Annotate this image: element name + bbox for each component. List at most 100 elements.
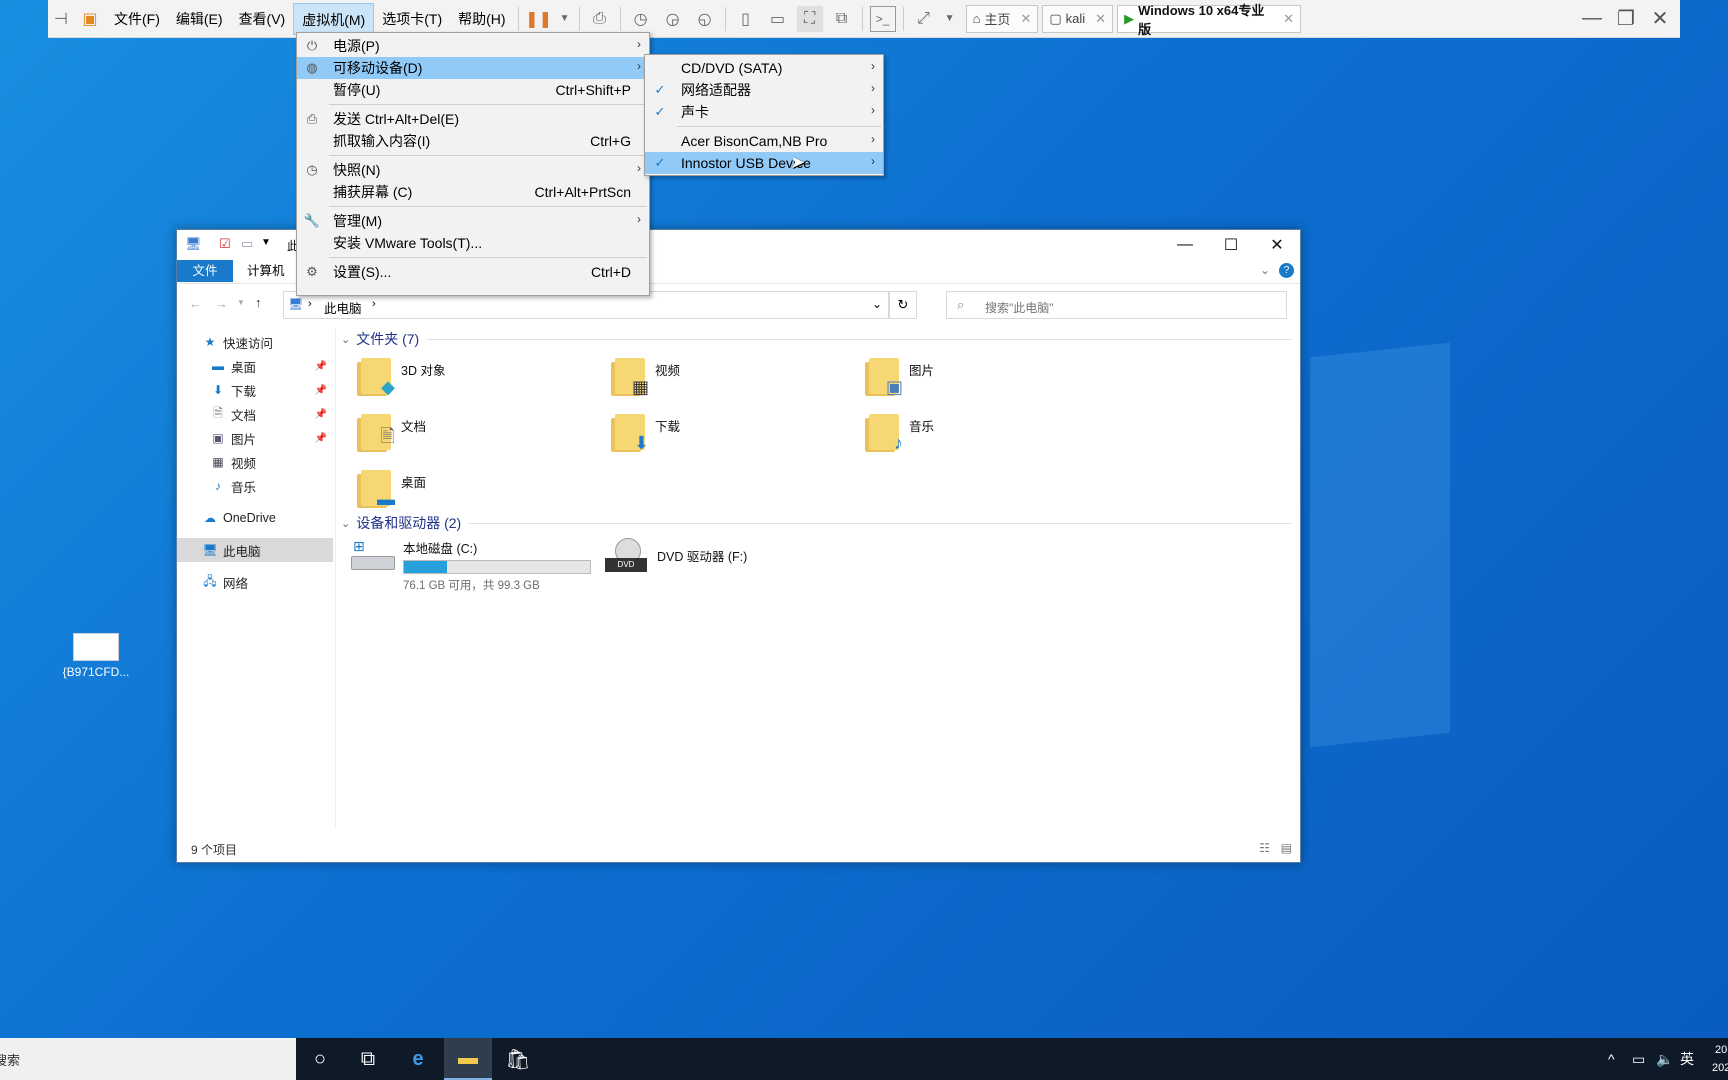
ribbon-tab-computer[interactable]: 计算机 — [239, 260, 293, 282]
thumbnail-bar-icon[interactable]: ▭ — [765, 6, 791, 32]
menu-help[interactable]: 帮助(H) — [450, 3, 513, 35]
drives-group-header[interactable]: ⌄ 设备和驱动器 (2) — [341, 512, 1291, 534]
menu-view[interactable]: 查看(V) — [231, 3, 294, 35]
folders-group-header[interactable]: ⌄ 文件夹 (7) — [341, 328, 1291, 350]
close-icon[interactable]: ✕ — [1254, 230, 1300, 260]
fullscreen-icon[interactable]: ⛶ — [796, 5, 823, 32]
properties-icon[interactable]: ☑ — [219, 236, 231, 252]
refresh-button[interactable]: ↻ — [889, 291, 917, 319]
large-icons-view-icon[interactable]: ▤ — [1281, 841, 1292, 855]
address-dropdown-icon[interactable]: ⌄ — [872, 297, 882, 311]
drive-dvd[interactable]: DVD DVD 驱动器 (F:) — [605, 538, 855, 592]
stretch-icon[interactable]: ⤢ — [911, 6, 937, 32]
device-network-adapter[interactable]: ✓ 网络适配器 › — [645, 79, 883, 101]
device-acer-bisoncam[interactable]: Acer BisonCam,NB Pro › — [645, 130, 883, 152]
minimize-icon[interactable]: — — [1162, 230, 1208, 260]
nav-videos[interactable]: ▦ 视频 — [177, 450, 333, 474]
sidebar-toggle-icon[interactable]: ▯ — [733, 6, 759, 32]
menu-item-settings[interactable]: ⚙ 设置(S)... Ctrl+D — [297, 261, 649, 283]
menu-item-pause[interactable]: 暂停(U) Ctrl+Shift+P — [297, 79, 649, 101]
edge-browser-icon[interactable]: e — [394, 1038, 442, 1080]
pause-icon[interactable]: ❚❚ — [525, 6, 552, 32]
console-icon[interactable]: >_ — [869, 5, 896, 32]
nav-network[interactable]: 🖧 网络 — [177, 570, 333, 594]
nav-onedrive[interactable]: ☁ OneDrive — [177, 506, 333, 530]
task-view-icon[interactable]: ⧉ — [344, 1038, 392, 1080]
revert-snapshot-icon[interactable]: ◶ — [660, 6, 686, 32]
close-icon[interactable]: ✕ — [1020, 11, 1031, 27]
back-arrow-icon[interactable]: ← — [189, 296, 202, 311]
folder-downloads[interactable]: ⬇ 下载 — [611, 414, 851, 468]
menu-item-power[interactable]: ⏻ 电源(P) › — [297, 35, 649, 57]
close-icon[interactable]: ✕ — [1283, 11, 1294, 27]
pin-icon[interactable]: ⊣ — [51, 6, 71, 32]
send-ctrl-alt-del-icon[interactable]: ⎙ — [587, 6, 613, 32]
file-explorer-taskbar-icon[interactable]: ▬ — [444, 1038, 492, 1080]
tab-kali[interactable]: ▢ kali ✕ — [1042, 4, 1114, 33]
folder-music[interactable]: ♪ 音乐 — [865, 414, 1105, 468]
nav-downloads[interactable]: ⬇ 下载 📌 — [177, 378, 333, 402]
unity-icon[interactable]: ⧉ — [829, 6, 855, 32]
menu-item-grab-input[interactable]: 抓取输入内容(I) Ctrl+G — [297, 130, 649, 152]
input-method-indicator[interactable]: 英 — [1680, 1038, 1694, 1080]
help-icon[interactable]: ? — [1279, 263, 1294, 278]
menu-item-install-vmware-tools[interactable]: 安装 VMware Tools(T)... — [297, 232, 649, 254]
pin-icon[interactable]: 📌 — [315, 361, 327, 372]
taskbar-search-box[interactable]: 搜索 — [0, 1038, 296, 1080]
desktop-file-icon[interactable]: {B971CFD... — [60, 630, 132, 679]
dropdown-chevron-icon[interactable]: ▼ — [943, 6, 957, 32]
minimize-icon[interactable]: — — [1578, 4, 1606, 32]
expand-ribbon-icon[interactable]: ⌄ — [1260, 263, 1270, 277]
forward-arrow-icon[interactable]: → — [215, 296, 228, 311]
menu-item-send-ctrl-alt-del[interactable]: ⎙ 发送 Ctrl+Alt+Del(E) — [297, 108, 649, 130]
menu-item-manage[interactable]: 🔧 管理(M) › — [297, 210, 649, 232]
ribbon-tab-file[interactable]: 文件 — [177, 260, 233, 282]
pin-icon[interactable]: 📌 — [315, 409, 327, 420]
snapshot-manager-icon[interactable]: ◵ — [692, 6, 718, 32]
menu-vm[interactable]: 虚拟机(M) — [293, 2, 375, 35]
device-cd-dvd[interactable]: CD/DVD (SATA) › — [645, 57, 883, 79]
pin-icon[interactable]: 📌 — [315, 385, 327, 396]
show-hidden-icons[interactable]: ^ — [1608, 1038, 1615, 1080]
tab-home[interactable]: ⌂ 主页 ✕ — [965, 4, 1039, 33]
device-sound-card[interactable]: ✓ 声卡 › — [645, 101, 883, 123]
device-innostor-usb[interactable]: ✓ Innostor USB Device › — [645, 152, 883, 174]
close-icon[interactable]: ✕ — [1646, 4, 1674, 32]
close-icon[interactable]: ✕ — [1095, 11, 1106, 27]
tab-windows10[interactable]: ▶ Windows 10 x64专业版 ✕ — [1117, 3, 1302, 37]
nav-desktop[interactable]: ▬ 桌面 📌 — [177, 354, 333, 378]
pin-icon[interactable]: 📌 — [315, 433, 327, 444]
restore-icon[interactable]: ❐ — [1612, 4, 1640, 32]
up-arrow-icon[interactable]: ↑ — [255, 295, 262, 310]
folder-pictures[interactable]: ▣ 图片 — [865, 358, 1105, 412]
store-icon[interactable]: 🛍 — [494, 1038, 542, 1080]
pane-splitter[interactable] — [335, 328, 336, 828]
nav-this-pc[interactable]: 🖥 此电脑 — [177, 538, 333, 562]
breadcrumb[interactable]: 此电脑 — [324, 298, 362, 317]
menu-file[interactable]: 文件(F) — [106, 3, 168, 35]
network-status-icon[interactable]: ▭ — [1632, 1038, 1645, 1080]
cortana-icon[interactable]: ○ — [296, 1038, 344, 1080]
folder-videos[interactable]: ▦ 视频 — [611, 358, 851, 412]
dropdown-chevron-icon[interactable]: ▼ — [558, 6, 572, 32]
clock[interactable]: 20 202 — [1712, 1038, 1728, 1080]
vmware-logo-icon[interactable]: ▣ — [77, 6, 103, 32]
menu-edit[interactable]: 编辑(E) — [168, 3, 231, 35]
details-view-icon[interactable]: ☷ — [1259, 841, 1270, 855]
search-input[interactable]: ⌕ 搜索"此电脑" — [946, 291, 1287, 319]
nav-quick-access[interactable]: ★ 快速访问 — [177, 330, 333, 354]
drive-c[interactable]: ⊞ 本地磁盘 (C:) 76.1 GB 可用，共 99.3 GB — [351, 538, 601, 592]
volume-icon[interactable]: 🔈 — [1656, 1038, 1673, 1080]
new-folder-icon[interactable]: ▭ — [241, 236, 253, 252]
nav-pictures[interactable]: ▣ 图片 📌 — [177, 426, 333, 450]
recent-dropdown-icon[interactable]: ▼ — [237, 298, 245, 307]
quick-access-dropdown-icon[interactable]: ▼ — [261, 237, 271, 248]
breadcrumb-chevron-icon[interactable]: › — [372, 298, 376, 310]
menu-item-capture-screen[interactable]: 捕获屏幕 (C) Ctrl+Alt+PrtScn — [297, 181, 649, 203]
menu-item-removable-devices[interactable]: ◍ 可移动设备(D) › — [297, 57, 649, 79]
menu-item-snapshot[interactable]: ◷ 快照(N) › — [297, 159, 649, 181]
maximize-icon[interactable]: ☐ — [1208, 230, 1254, 260]
breadcrumb-chevron-icon[interactable]: › — [308, 298, 312, 310]
menu-tabs[interactable]: 选项卡(T) — [374, 3, 450, 35]
folder-documents[interactable]: 🗎 文档 — [357, 414, 597, 468]
